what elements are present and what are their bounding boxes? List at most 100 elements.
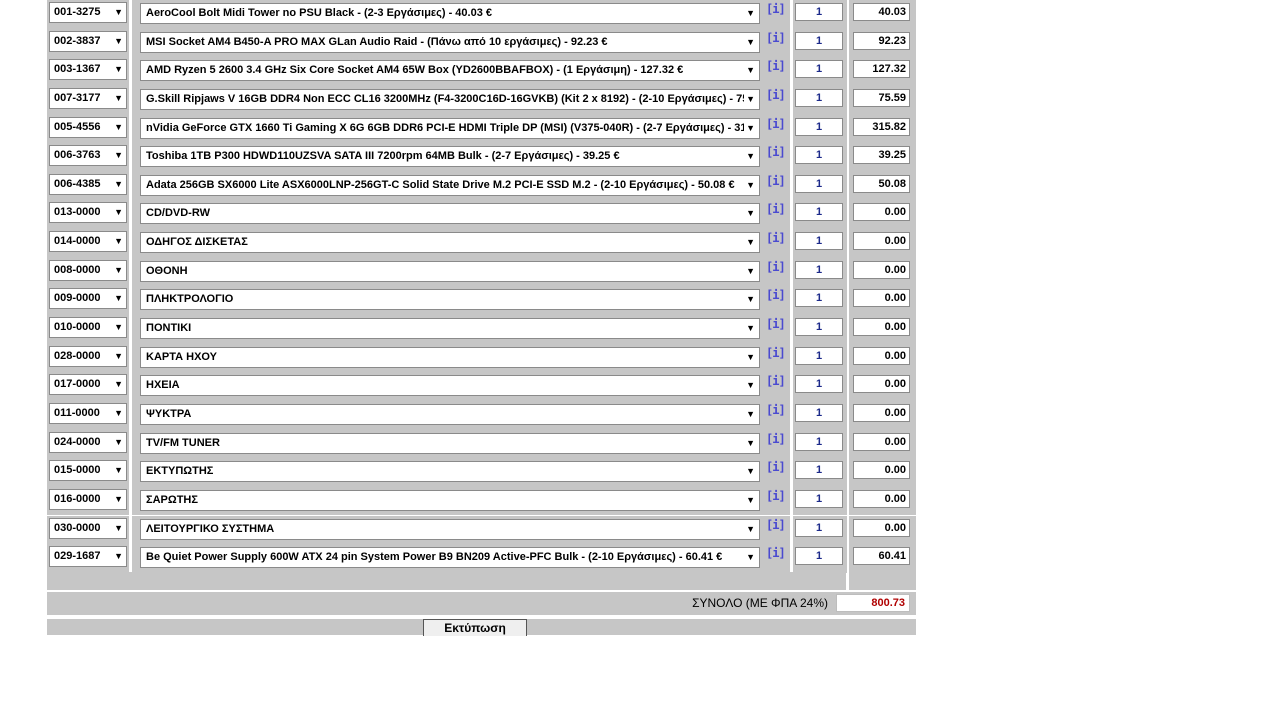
code-value: 013-0000 bbox=[54, 206, 101, 219]
code-select[interactable]: 014-0000 ▼ bbox=[49, 231, 127, 253]
product-select[interactable]: ΗΧΕΙΑ ▼ bbox=[140, 375, 760, 397]
info-icon[interactable]: [i] bbox=[766, 489, 786, 503]
code-value: 009-0000 bbox=[54, 292, 101, 305]
quantity-input[interactable]: 1 bbox=[795, 146, 843, 165]
code-select[interactable]: 006-3763 ▼ bbox=[49, 145, 127, 167]
info-icon[interactable]: [i] bbox=[766, 117, 786, 131]
total-row: ΣΥΝΟΛΟ (ΜΕ ΦΠΑ 24%) 800.73 bbox=[47, 592, 916, 615]
quantity-input[interactable]: 1 bbox=[795, 88, 843, 107]
product-select[interactable]: Be Quiet Power Supply 600W ATX 24 pin Sy… bbox=[140, 547, 760, 569]
quantity-input[interactable]: 1 bbox=[795, 232, 843, 251]
print-button[interactable]: Εκτύπωση bbox=[423, 619, 527, 636]
info-icon[interactable]: [i] bbox=[766, 2, 786, 16]
quantity-input[interactable]: 1 bbox=[795, 518, 843, 537]
info-icon[interactable]: [i] bbox=[766, 518, 786, 532]
price-value: 60.41 bbox=[853, 547, 910, 566]
code-select[interactable]: 015-0000 ▼ bbox=[49, 460, 127, 482]
code-select[interactable]: 013-0000 ▼ bbox=[49, 202, 127, 224]
product-select[interactable]: CD/DVD-RW ▼ bbox=[140, 203, 760, 225]
price-value: 0.00 bbox=[853, 232, 910, 251]
quantity-input[interactable]: 1 bbox=[795, 489, 843, 508]
info-icon[interactable]: [i] bbox=[766, 374, 786, 388]
info-icon[interactable]: [i] bbox=[766, 403, 786, 417]
info-icon[interactable]: [i] bbox=[766, 202, 786, 216]
product-select[interactable]: AMD Ryzen 5 2600 3.4 GHz Six Core Socket… bbox=[140, 60, 760, 82]
info-icon[interactable]: [i] bbox=[766, 432, 786, 446]
code-select[interactable]: 001-3275 ▼ bbox=[49, 2, 127, 23]
info-icon[interactable]: [i] bbox=[766, 88, 786, 102]
chevron-down-icon: ▼ bbox=[744, 147, 755, 167]
quantity-input[interactable]: 1 bbox=[795, 432, 843, 451]
quantity-input[interactable]: 1 bbox=[795, 461, 843, 480]
info-icon[interactable]: [i] bbox=[766, 174, 786, 188]
code-select[interactable]: 009-0000 ▼ bbox=[49, 288, 127, 310]
code-value: 015-0000 bbox=[54, 464, 101, 477]
chevron-down-icon: ▼ bbox=[744, 233, 755, 253]
product-select[interactable]: ΟΘΟΝΗ ▼ bbox=[140, 260, 760, 282]
info-icon[interactable]: [i] bbox=[766, 460, 786, 474]
product-select[interactable]: ΠΟΝΤΙΚΙ ▼ bbox=[140, 318, 760, 340]
quantity-input[interactable]: 1 bbox=[795, 375, 843, 394]
product-select[interactable]: ΨΥΚΤΡΑ ▼ bbox=[140, 403, 760, 425]
product-select[interactable]: nVidia GeForce GTX 1660 Ti Gaming X 6G 6… bbox=[140, 117, 760, 139]
code-select[interactable]: 003-1367 ▼ bbox=[49, 59, 127, 81]
code-select[interactable]: 011-0000 ▼ bbox=[49, 402, 127, 424]
product-select[interactable]: ΚΑΡΤΑ ΗΧΟΥ ▼ bbox=[140, 346, 760, 368]
info-icon[interactable]: [i] bbox=[766, 231, 786, 245]
price-value: 127.32 bbox=[853, 60, 910, 79]
quantity-input[interactable]: 1 bbox=[795, 117, 843, 136]
code-select[interactable]: 028-0000 ▼ bbox=[49, 345, 127, 367]
quantity-input[interactable]: 1 bbox=[795, 346, 843, 365]
info-icon[interactable]: [i] bbox=[766, 31, 786, 45]
chevron-down-icon: ▼ bbox=[744, 519, 755, 539]
code-select[interactable]: 006-4385 ▼ bbox=[49, 173, 127, 195]
info-icon[interactable]: [i] bbox=[766, 260, 786, 274]
chevron-down-icon: ▼ bbox=[114, 407, 123, 418]
quantity-input[interactable]: 1 bbox=[795, 547, 843, 566]
chevron-down-icon: ▼ bbox=[114, 92, 123, 103]
quantity-input[interactable]: 1 bbox=[795, 403, 843, 422]
quantity-input[interactable]: 1 bbox=[795, 289, 843, 308]
product-select[interactable]: ΣΑΡΩΤΗΣ ▼ bbox=[140, 489, 760, 511]
product-select[interactable]: AeroCool Bolt Midi Tower no PSU Black - … bbox=[140, 3, 760, 24]
info-icon[interactable]: [i] bbox=[766, 346, 786, 360]
code-select[interactable]: 029-1687 ▼ bbox=[49, 546, 127, 568]
product-select[interactable]: Toshiba 1TB P300 HDWD110UZSVA SATA III 7… bbox=[140, 146, 760, 168]
info-icon[interactable]: [i] bbox=[766, 59, 786, 73]
code-value: 007-3177 bbox=[54, 91, 101, 104]
quantity-input[interactable]: 1 bbox=[795, 60, 843, 79]
code-value: 030-0000 bbox=[54, 521, 101, 534]
code-select[interactable]: 007-3177 ▼ bbox=[49, 87, 127, 109]
quantity-input[interactable]: 1 bbox=[795, 203, 843, 222]
chevron-down-icon: ▼ bbox=[744, 548, 755, 568]
price-value: 0.00 bbox=[853, 432, 910, 451]
code-select[interactable]: 002-3837 ▼ bbox=[49, 30, 127, 52]
product-select[interactable]: ΠΛΗΚΤΡΟΛΟΓΙΟ ▼ bbox=[140, 289, 760, 311]
quantity-input[interactable]: 1 bbox=[795, 174, 843, 193]
product-select[interactable]: G.Skill Ripjaws V 16GB DDR4 Non ECC CL16… bbox=[140, 88, 760, 110]
product-select[interactable]: TV/FM TUNER ▼ bbox=[140, 432, 760, 454]
product-select[interactable]: Adata 256GB SX6000 Lite ASX6000LNP-256GT… bbox=[140, 174, 760, 196]
code-select[interactable]: 005-4556 ▼ bbox=[49, 116, 127, 138]
component-row: 011-0000 ▼ ΨΥΚΤΡΑ ▼ [i] 1 0.00 bbox=[47, 400, 917, 430]
product-select[interactable]: MSI Socket AM4 B450-A PRO MAX GLan Audio… bbox=[140, 31, 760, 53]
quantity-input[interactable]: 1 bbox=[795, 31, 843, 50]
info-icon[interactable]: [i] bbox=[766, 546, 786, 560]
product-select[interactable]: ΟΔΗΓΟΣ ΔΙΣΚΕΤΑΣ ▼ bbox=[140, 232, 760, 254]
code-select[interactable]: 017-0000 ▼ bbox=[49, 374, 127, 396]
info-icon[interactable]: [i] bbox=[766, 288, 786, 302]
quantity-input[interactable]: 1 bbox=[795, 318, 843, 337]
total-value: 800.73 bbox=[836, 594, 910, 612]
code-select[interactable]: 024-0000 ▼ bbox=[49, 431, 127, 453]
code-select[interactable]: 010-0000 ▼ bbox=[49, 317, 127, 339]
code-select[interactable]: 008-0000 ▼ bbox=[49, 259, 127, 281]
info-icon[interactable]: [i] bbox=[766, 317, 786, 331]
code-select[interactable]: 030-0000 ▼ bbox=[49, 517, 127, 539]
quantity-input[interactable]: 1 bbox=[795, 260, 843, 279]
chevron-down-icon: ▼ bbox=[744, 433, 755, 453]
product-select[interactable]: ΕΚΤΥΠΩΤΗΣ ▼ bbox=[140, 461, 760, 483]
quantity-input[interactable]: 1 bbox=[795, 3, 843, 21]
info-icon[interactable]: [i] bbox=[766, 145, 786, 159]
code-select[interactable]: 016-0000 ▼ bbox=[49, 488, 127, 510]
product-select[interactable]: ΛΕΙΤΟΥΡΓΙΚΟ ΣΥΣΤΗΜΑ ▼ bbox=[140, 518, 760, 540]
